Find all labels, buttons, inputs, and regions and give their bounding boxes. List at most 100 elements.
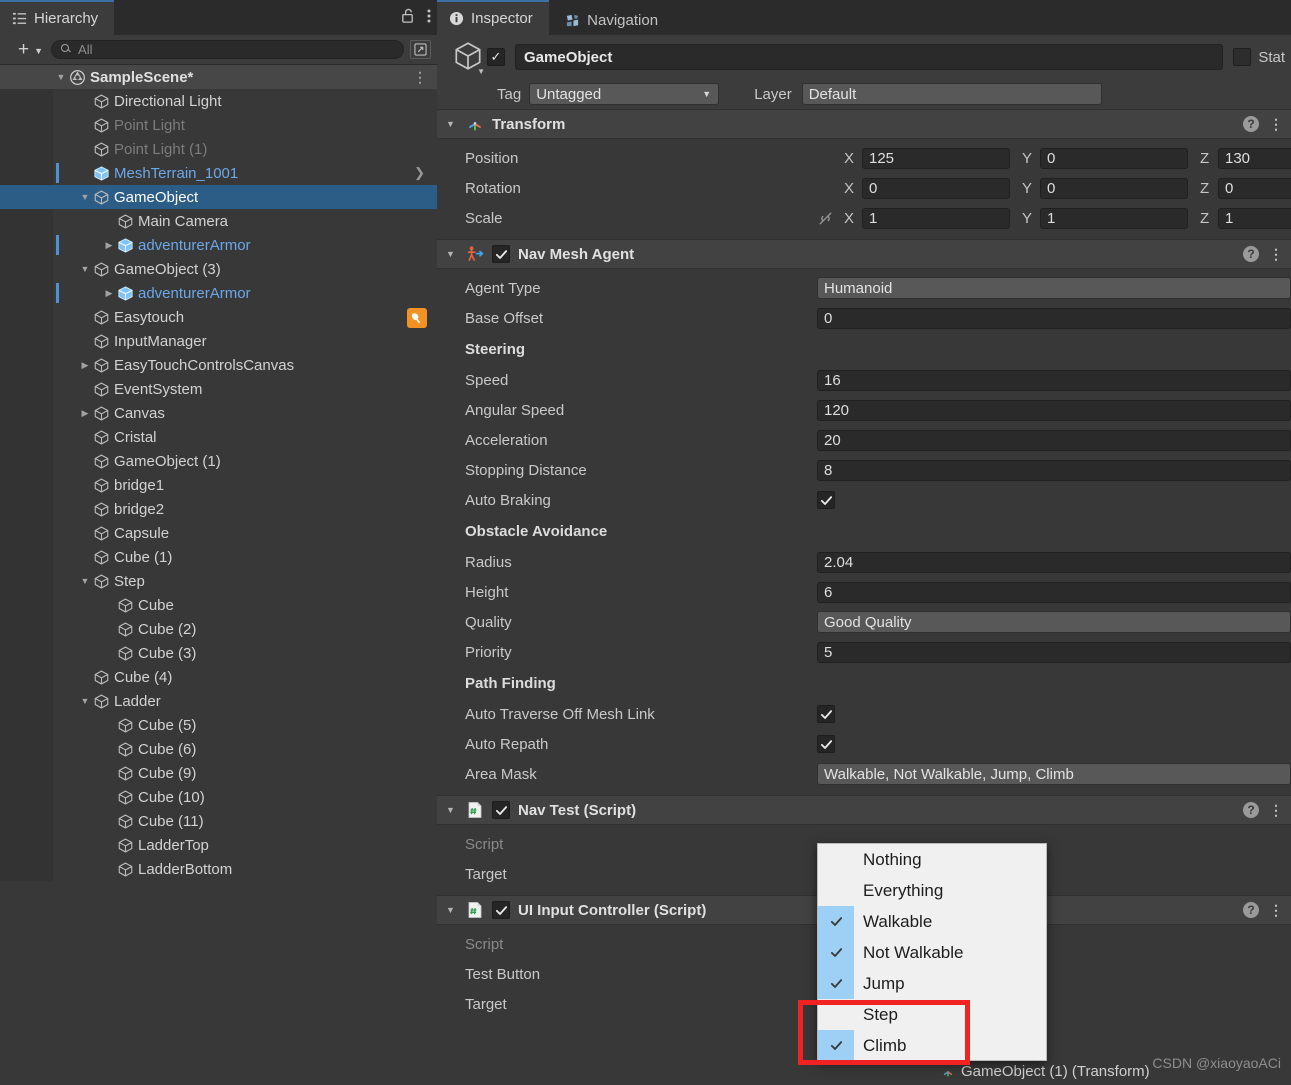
help-icon[interactable]: ? bbox=[1243, 902, 1259, 918]
chevron-down-icon[interactable]: ▼ bbox=[477, 67, 485, 76]
constrain-proportions-off-icon[interactable] bbox=[817, 210, 834, 227]
chevron-down-icon[interactable]: ▼ bbox=[446, 805, 458, 815]
value-checkbox[interactable] bbox=[817, 705, 835, 723]
scene-kebab-menu-icon[interactable]: ⋮ bbox=[413, 69, 427, 84]
position-z-field[interactable]: 1 bbox=[1218, 207, 1291, 229]
chevron-down-icon[interactable]: ▼ bbox=[446, 249, 458, 259]
help-icon[interactable]: ? bbox=[1243, 246, 1259, 262]
hierarchy-item-row[interactable]: MeshTerrain_1001 ❯ bbox=[0, 161, 437, 185]
option-checkbox[interactable] bbox=[818, 875, 854, 906]
hierarchy-item-row[interactable]: Directional Light bbox=[0, 89, 437, 113]
option-checkbox[interactable] bbox=[818, 1030, 854, 1061]
hierarchy-item-row[interactable]: Cube (9) bbox=[0, 761, 437, 785]
kebab-menu-icon[interactable]: ⋮ bbox=[1269, 116, 1283, 131]
position-x-field[interactable]: 1 bbox=[862, 207, 1010, 229]
hierarchy-item-row[interactable]: LadderBottom bbox=[0, 857, 437, 881]
dropdown-option[interactable]: Jump bbox=[818, 968, 1046, 999]
hierarchy-item-row[interactable]: ▼ Ladder bbox=[0, 689, 437, 713]
hierarchy-item-row[interactable]: InputManager bbox=[0, 329, 437, 353]
position-z-field[interactable]: 130 bbox=[1218, 147, 1291, 169]
value-field[interactable]: 5 bbox=[817, 641, 1291, 663]
chevron-right-icon[interactable]: ▶ bbox=[101, 240, 117, 251]
value-field[interactable]: 8 bbox=[817, 459, 1291, 481]
component-header[interactable]: ▼ Nav Mesh Agent? ⋮ bbox=[437, 239, 1291, 269]
lock-open-icon[interactable] bbox=[400, 8, 415, 27]
static-checkbox[interactable] bbox=[1233, 48, 1252, 66]
chevron-right-icon[interactable]: ▶ bbox=[77, 360, 93, 371]
position-y-field[interactable]: 1 bbox=[1040, 207, 1188, 229]
prefab-open-chevron-icon[interactable]: ❯ bbox=[414, 165, 425, 181]
hierarchy-item-row[interactable]: Cube bbox=[0, 593, 437, 617]
search-input[interactable]: All bbox=[51, 40, 404, 59]
hierarchy-item-row[interactable]: Point Light (1) bbox=[0, 137, 437, 161]
value-checkbox[interactable] bbox=[817, 491, 835, 509]
component-enabled-checkbox[interactable] bbox=[492, 245, 510, 263]
object-enabled-checkbox[interactable]: ✓ bbox=[487, 48, 505, 66]
tab-navigation[interactable]: Navigation bbox=[553, 4, 674, 37]
dropdown-option[interactable]: Step bbox=[818, 999, 1046, 1030]
option-checkbox[interactable] bbox=[818, 844, 854, 875]
hierarchy-item-row[interactable]: EventSystem bbox=[0, 377, 437, 401]
dropdown-option[interactable]: Climb bbox=[818, 1030, 1046, 1061]
chevron-down-icon[interactable]: ▼ bbox=[446, 905, 458, 915]
chevron-down-icon[interactable]: ▼ bbox=[77, 576, 93, 586]
object-name-field[interactable]: GameObject bbox=[515, 44, 1224, 70]
area-mask-dropdown-menu[interactable]: Nothing Everything Walkable Not Walkable Jum… bbox=[817, 843, 1047, 1061]
option-checkbox[interactable] bbox=[818, 906, 854, 937]
hierarchy-item-row[interactable]: ▶ Canvas bbox=[0, 401, 437, 425]
hierarchy-item-row[interactable]: Cube (4) bbox=[0, 665, 437, 689]
component-enabled-checkbox[interactable] bbox=[492, 901, 510, 919]
hierarchy-item-row[interactable]: Point Light bbox=[0, 113, 437, 137]
vector3-field[interactable]: X0Y0Z0 bbox=[817, 177, 1291, 199]
hierarchy-item-row[interactable]: ▼ Step bbox=[0, 569, 437, 593]
chevron-down-icon[interactable]: ▼ bbox=[446, 119, 458, 129]
hierarchy-item-row[interactable]: LadderTop bbox=[0, 833, 437, 857]
kebab-menu-icon[interactable]: ⋮ bbox=[1269, 246, 1283, 261]
value-field[interactable]: 2.04 bbox=[817, 551, 1291, 573]
component-header[interactable]: ▼ Nav Test (Script)? ⋮ bbox=[437, 795, 1291, 825]
dropdown-option[interactable]: Everything bbox=[818, 875, 1046, 906]
position-x-field[interactable]: 0 bbox=[862, 177, 1010, 199]
value-field[interactable]: 120 bbox=[817, 399, 1291, 421]
layer-dropdown[interactable]: Default bbox=[801, 83, 1102, 105]
value-field[interactable]: 0 bbox=[817, 307, 1291, 329]
chevron-down-icon[interactable]: ▼ bbox=[77, 696, 93, 706]
value-checkbox[interactable] bbox=[817, 735, 835, 753]
position-y-field[interactable]: 0 bbox=[1040, 177, 1188, 199]
hierarchy-item-row[interactable]: Cube (6) bbox=[0, 737, 437, 761]
kebab-menu-icon[interactable] bbox=[427, 8, 431, 27]
value-field[interactable]: 16 bbox=[817, 369, 1291, 391]
hierarchy-item-row[interactable]: Capsule bbox=[0, 521, 437, 545]
tab-inspector[interactable]: Inspector bbox=[437, 0, 549, 35]
component-header[interactable]: ▼ Transform? ⋮ bbox=[437, 109, 1291, 139]
hierarchy-item-row[interactable]: Cube (11) bbox=[0, 809, 437, 833]
vector3-field[interactable]: X1Y1Z1 bbox=[817, 207, 1291, 229]
chevron-down-icon[interactable]: ▼ bbox=[77, 264, 93, 274]
value-dropdown[interactable]: Humanoid bbox=[817, 277, 1291, 299]
dropdown-option[interactable]: Nothing bbox=[818, 844, 1046, 875]
chevron-down-icon[interactable]: ▼ bbox=[77, 192, 93, 202]
component-enabled-checkbox[interactable] bbox=[492, 801, 510, 819]
tag-dropdown[interactable]: Untagged ▼ bbox=[529, 83, 720, 105]
hierarchy-item-row[interactable]: bridge1 bbox=[0, 473, 437, 497]
hierarchy-item-row[interactable]: Cube (2) bbox=[0, 617, 437, 641]
hierarchy-item-row[interactable]: Cube (10) bbox=[0, 785, 437, 809]
kebab-menu-icon[interactable]: ⋮ bbox=[1269, 802, 1283, 817]
option-checkbox[interactable] bbox=[818, 937, 854, 968]
chevron-down-icon[interactable]: ▼ bbox=[53, 72, 69, 82]
hierarchy-item-row[interactable]: Cristal bbox=[0, 425, 437, 449]
hierarchy-item-row[interactable]: Cube (1) bbox=[0, 545, 437, 569]
expand-window-icon[interactable] bbox=[410, 40, 431, 59]
hierarchy-item-row[interactable]: ▶ adventurerArmor bbox=[0, 233, 437, 257]
hierarchy-item-row[interactable]: ▼ GameObject (3) bbox=[0, 257, 437, 281]
create-object-button[interactable]: + ▼ bbox=[16, 39, 45, 61]
tab-hierarchy[interactable]: Hierarchy bbox=[0, 0, 115, 35]
hierarchy-tree[interactable]: ▼ SampleScene* ⋮ Directional Light Point Lig… bbox=[0, 65, 437, 1085]
value-field[interactable]: 6 bbox=[817, 581, 1291, 603]
value-dropdown[interactable]: Walkable, Not Walkable, Jump, Climb bbox=[817, 763, 1291, 785]
position-z-field[interactable]: 0 bbox=[1218, 177, 1291, 199]
hierarchy-scene-row[interactable]: ▼ SampleScene* ⋮ bbox=[0, 65, 437, 89]
position-x-field[interactable]: 125 bbox=[862, 147, 1010, 169]
option-checkbox[interactable] bbox=[818, 999, 854, 1030]
hierarchy-item-row[interactable]: ▼ GameObject bbox=[0, 185, 437, 209]
